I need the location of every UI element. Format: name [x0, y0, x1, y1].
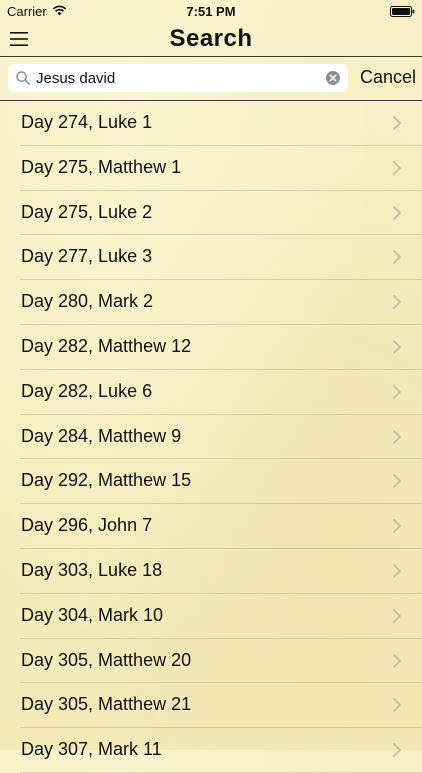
search-result-row[interactable]: Day 282, Luke 6 [0, 370, 422, 415]
search-bar: Cancel [0, 57, 422, 101]
chevron-right-icon [393, 250, 401, 269]
search-result-label: Day 282, Matthew 12 [21, 335, 192, 356]
chevron-right-icon [393, 116, 401, 135]
search-result-row[interactable]: Day 275, Matthew 1 [0, 146, 422, 191]
search-result-row[interactable]: Day 284, Matthew 9 [0, 415, 422, 460]
nav-bar: Search [0, 22, 422, 57]
page-title: Search [169, 25, 253, 52]
search-result-row[interactable]: Day 280, Mark 2 [0, 280, 422, 325]
search-result-label: Day 280, Mark 2 [21, 291, 154, 312]
search-result-label: Day 274, Luke 1 [21, 112, 153, 132]
chevron-right-icon [393, 474, 401, 493]
chevron-right-icon [393, 384, 401, 404]
search-result-row[interactable]: Day 303, Luke 18 [0, 549, 422, 594]
chevron-right-icon [393, 429, 401, 449]
search-result-label: Day 277, Luke 3 [21, 246, 153, 267]
search-result-row[interactable]: Day 296, John 7 [0, 504, 422, 549]
chevron-right-icon [393, 653, 401, 673]
chevron-right-icon [393, 698, 401, 717]
search-result-label: Day 305, Matthew 20 [21, 649, 192, 670]
search-result-label: Day 282, Luke 6 [21, 380, 153, 401]
search-result-row[interactable]: Day 274, Luke 1 [0, 101, 422, 146]
search-result-row[interactable]: Day 305, Matthew 20 [0, 639, 422, 684]
search-result-row[interactable]: Day 305, Matthew 21 [0, 683, 422, 728]
search-result-label: Day 305, Matthew 21 [21, 694, 192, 715]
search-result-label: Day 292, Matthew 15 [21, 470, 192, 491]
chevron-right-icon [393, 564, 401, 583]
search-result-label: Day 304, Mark 10 [21, 604, 164, 625]
clear-search-icon[interactable] [326, 71, 340, 90]
search-result-row[interactable]: Day 282, Matthew 12 [0, 325, 422, 370]
search-result-label: Day 275, Luke 2 [21, 201, 153, 222]
battery-icon [390, 5, 415, 20]
search-icon [16, 71, 30, 90]
search-field-container[interactable] [8, 64, 348, 92]
search-result-row[interactable]: Day 292, Matthew 15 [0, 459, 422, 504]
search-results-list: Day 274, Luke 1 Day 275, Matthew 1 Day 2… [0, 101, 422, 773]
status-time: 7:51 PM [186, 4, 236, 19]
search-result-label: Day 284, Matthew 9 [21, 425, 182, 446]
chevron-right-icon [393, 160, 401, 180]
search-result-label: Day 303, Luke 18 [21, 559, 163, 580]
chevron-right-icon [393, 340, 401, 359]
chevron-right-icon [393, 608, 401, 628]
chevron-right-icon [393, 295, 401, 314]
chevron-right-icon [393, 743, 401, 762]
search-result-row[interactable]: Day 275, Luke 2 [0, 191, 422, 236]
cancel-button[interactable]: Cancel [360, 67, 416, 88]
chevron-right-icon [393, 519, 401, 538]
search-input[interactable] [36, 64, 316, 92]
search-result-label: Day 275, Matthew 1 [21, 156, 182, 177]
search-result-row[interactable]: Day 277, Luke 3 [0, 235, 422, 280]
search-result-row[interactable]: Day 304, Mark 10 [0, 594, 422, 639]
status-bar: Carrier 7:51 PM [0, 0, 422, 22]
chevron-right-icon [393, 205, 401, 225]
search-result-row[interactable]: Day 307, Mark 11 [0, 728, 422, 773]
search-result-label: Day 296, John 7 [21, 515, 153, 536]
